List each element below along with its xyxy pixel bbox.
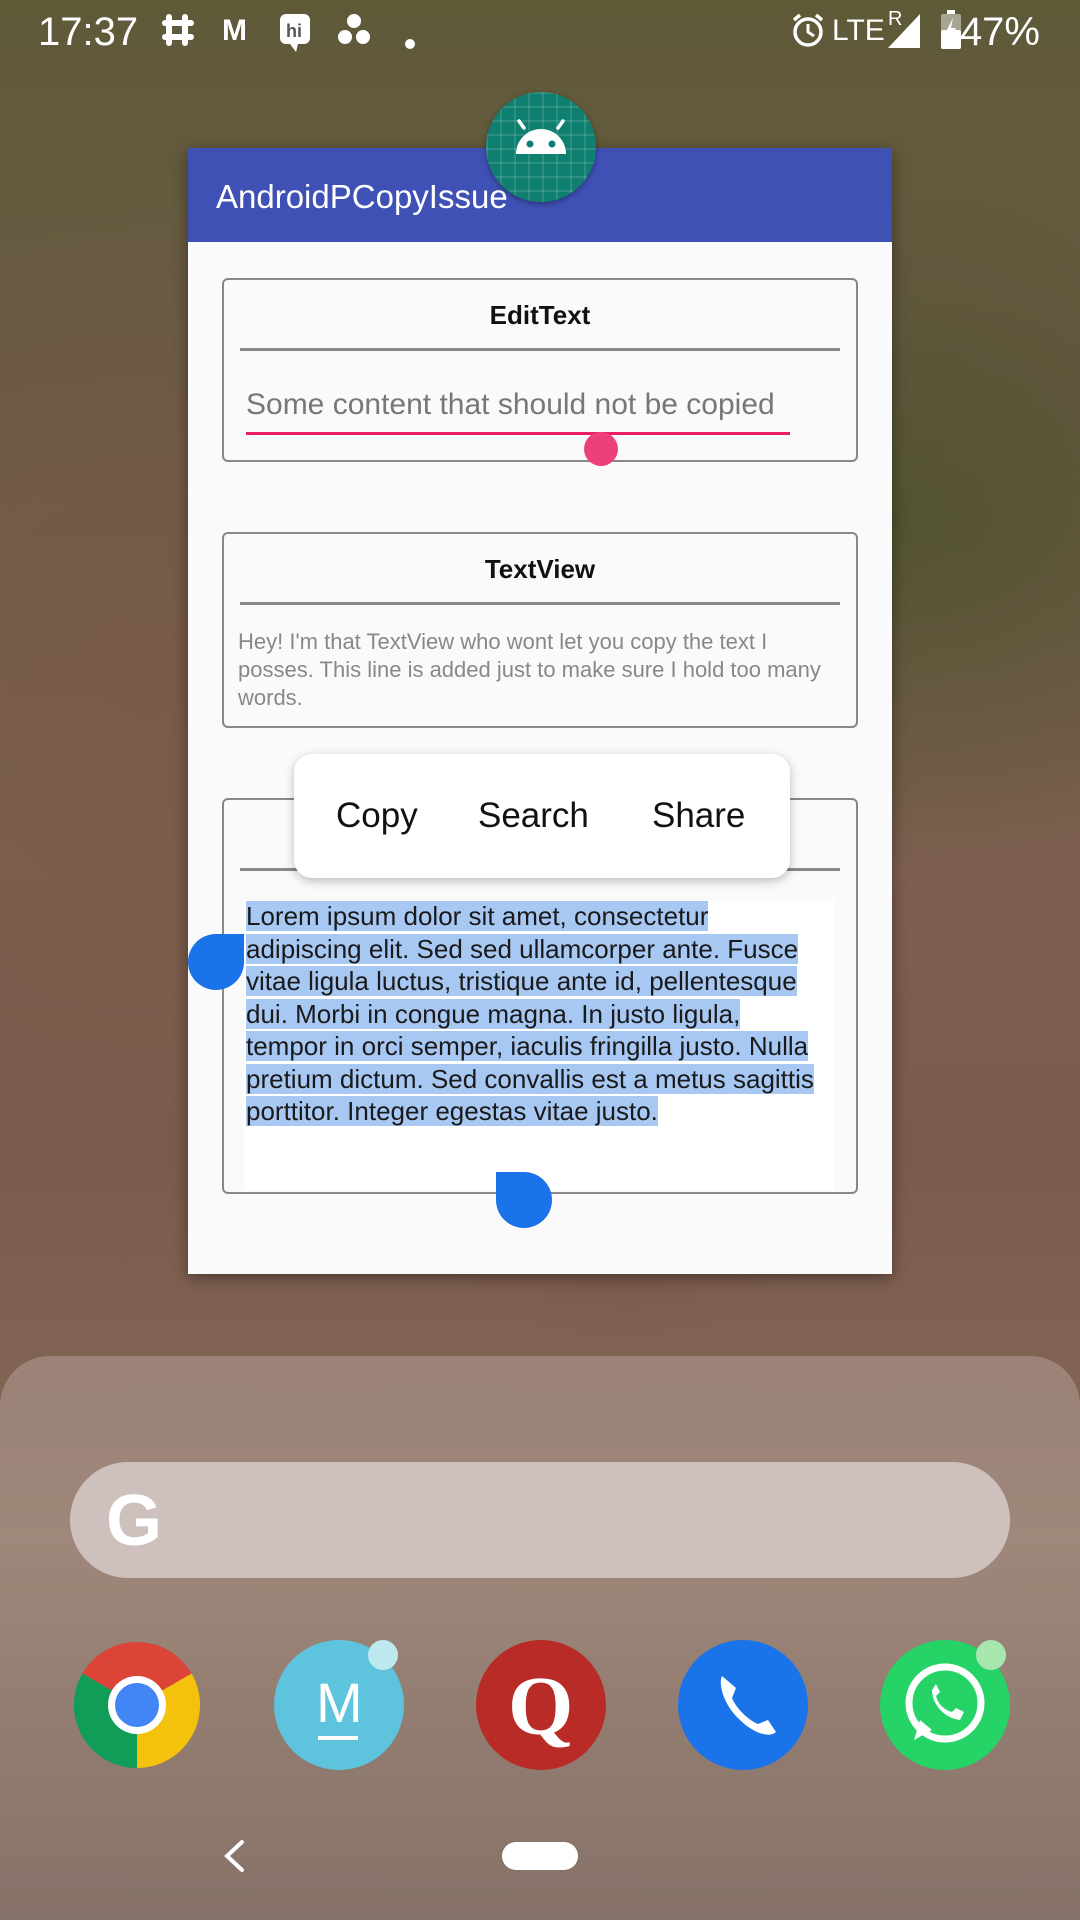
edittext-underline bbox=[246, 432, 790, 435]
chrome-app-icon[interactable] bbox=[72, 1640, 202, 1770]
textview-body: Hey! I'm that TextView who wont let you … bbox=[238, 629, 821, 710]
gmail-icon: M bbox=[222, 14, 247, 47]
signal-icon bbox=[886, 10, 922, 58]
app-title: AndroidPCopyIssue bbox=[216, 178, 508, 215]
share-menu-item[interactable]: Share bbox=[652, 796, 745, 836]
app-window: AndroidPCopyIssue EditText Some content … bbox=[188, 92, 892, 1274]
quora-app-icon[interactable]: Q bbox=[476, 1640, 606, 1770]
whatsapp-app-icon[interactable] bbox=[880, 1640, 1010, 1770]
status-bar: 17:37 M hi LTE R 47% bbox=[0, 0, 1080, 64]
notification-dot bbox=[368, 1640, 398, 1670]
svg-text:hi: hi bbox=[286, 21, 302, 41]
selection-handle-end[interactable] bbox=[496, 1172, 552, 1228]
edittext-card: EditText Some content that should not be… bbox=[222, 278, 858, 466]
textview-card: TextView Hey! I'm that TextView who wont… bbox=[222, 532, 858, 728]
selected-text[interactable]: Lorem ipsum dolor sit amet, consectetur … bbox=[246, 900, 826, 1128]
selection-handle-start[interactable] bbox=[188, 934, 244, 990]
network-type: LTE bbox=[832, 14, 885, 47]
search-menu-item[interactable]: Search bbox=[478, 796, 589, 836]
divider bbox=[240, 348, 840, 351]
battery-percent: 47% bbox=[959, 10, 1040, 54]
text-selection-menu: Copy Search Share bbox=[294, 754, 790, 878]
android-icon[interactable] bbox=[486, 92, 596, 202]
edittext-field[interactable]: Some content that should not be copied bbox=[246, 388, 790, 422]
back-nav-icon[interactable] bbox=[222, 1838, 246, 1883]
google-search-bar[interactable]: G bbox=[70, 1462, 1010, 1578]
selection-highlight: Lorem ipsum dolor sit amet, consectetur … bbox=[246, 901, 814, 1126]
more-dot-icon bbox=[404, 24, 416, 58]
home-pill-button[interactable] bbox=[502, 1842, 578, 1870]
alarm-icon bbox=[790, 12, 826, 56]
divider bbox=[240, 602, 840, 605]
m-app-letter: M bbox=[316, 1671, 363, 1734]
textview-card-title: TextView bbox=[484, 554, 596, 584]
quora-letter: Q bbox=[508, 1660, 574, 1753]
hike-icon: hi bbox=[278, 12, 312, 60]
phone-app-icon[interactable] bbox=[678, 1640, 808, 1770]
battery-icon bbox=[940, 10, 962, 58]
copy-menu-item[interactable]: Copy bbox=[336, 796, 418, 836]
dots-icon bbox=[336, 12, 372, 56]
notification-dot bbox=[976, 1640, 1006, 1670]
app-dock bbox=[0, 1356, 1080, 1920]
m-app-icon[interactable]: M bbox=[274, 1640, 404, 1770]
clock: 17:37 bbox=[38, 10, 139, 54]
slack-icon bbox=[160, 12, 196, 56]
google-logo-icon: G bbox=[106, 1481, 163, 1561]
cursor-handle[interactable] bbox=[584, 432, 618, 466]
edittext-card-title: EditText bbox=[489, 300, 591, 330]
m-app-underline bbox=[318, 1736, 358, 1740]
